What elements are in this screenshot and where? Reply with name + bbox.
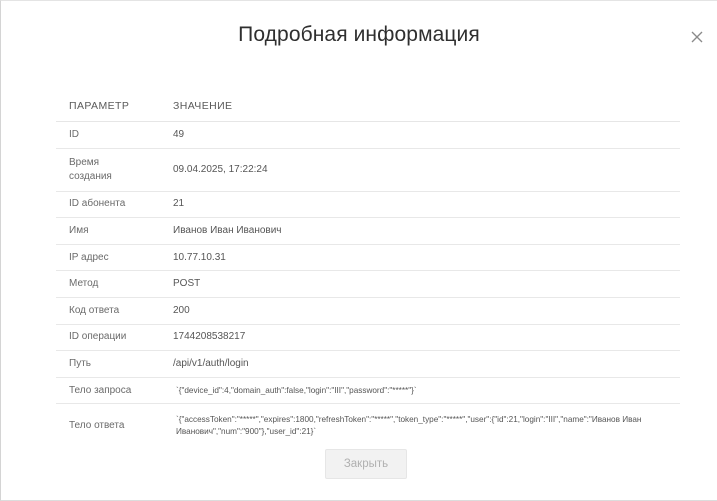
param-value: 200 bbox=[173, 304, 190, 316]
param-value: Иванов Иван Иванович bbox=[173, 224, 282, 236]
param-value: POST bbox=[173, 278, 201, 290]
table-header: ПАРАМЕТР ЗНАЧЕНИЕ bbox=[56, 91, 680, 122]
param-label: Время создания bbox=[69, 156, 112, 182]
close-icon[interactable] bbox=[690, 30, 704, 44]
table-row: Имя Иванов Иван Иванович bbox=[56, 218, 680, 245]
param-label: ID bbox=[69, 128, 79, 140]
param-label: Имя bbox=[69, 224, 89, 236]
param-value: `{"device_id":4,"domain_auth":false,"log… bbox=[176, 385, 417, 395]
param-value: 09.04.2025, 17:22:24 bbox=[173, 163, 268, 175]
table-row: Тело ответа `{"accessToken":"*****","exp… bbox=[56, 404, 680, 448]
header-value: ЗНАЧЕНИЕ bbox=[173, 100, 233, 112]
param-label: ID абонента bbox=[69, 198, 126, 210]
details-table: ПАРАМЕТР ЗНАЧЕНИЕ ID 49 Время создания 0… bbox=[56, 91, 680, 448]
table-row: ID 49 bbox=[56, 122, 680, 149]
param-value: 1744208538217 bbox=[173, 331, 246, 343]
param-label: Метод bbox=[69, 278, 99, 290]
details-modal: Подробная информация ПАРАМЕТР ЗНАЧЕНИЕ I… bbox=[0, 0, 717, 501]
table-row: Время создания 09.04.2025, 17:22:24 bbox=[56, 149, 680, 192]
param-value: /api/v1/auth/login bbox=[173, 357, 249, 369]
header-param: ПАРАМЕТР bbox=[69, 100, 130, 112]
param-value: `{"accessToken":"*****","expires":1800,"… bbox=[176, 415, 642, 437]
param-label: IP адрес bbox=[69, 251, 109, 263]
param-label: Тело ответа bbox=[69, 420, 125, 432]
param-value: 10.77.10.31 bbox=[173, 251, 226, 263]
table-row: Код ответа 200 bbox=[56, 298, 680, 325]
param-label: Код ответа bbox=[69, 304, 120, 316]
table-row: ID операции 1744208538217 bbox=[56, 325, 680, 352]
modal-title: Подробная информация bbox=[238, 23, 480, 46]
param-value: 21 bbox=[173, 198, 185, 210]
close-button[interactable]: Закрыть bbox=[325, 449, 407, 479]
table-row: Путь /api/v1/auth/login bbox=[56, 351, 680, 378]
param-label: Тело запроса bbox=[69, 384, 132, 396]
param-label: ID операции bbox=[69, 331, 127, 343]
table-row: ID абонента 21 bbox=[56, 192, 680, 219]
table-row: IP адрес 10.77.10.31 bbox=[56, 245, 680, 272]
close-icon-graphic bbox=[691, 31, 703, 43]
table-row: Тело запроса `{"device_id":4,"domain_aut… bbox=[56, 378, 680, 405]
param-value: 49 bbox=[173, 128, 185, 140]
param-label: Путь bbox=[69, 357, 91, 369]
table-row: Метод POST bbox=[56, 271, 680, 298]
